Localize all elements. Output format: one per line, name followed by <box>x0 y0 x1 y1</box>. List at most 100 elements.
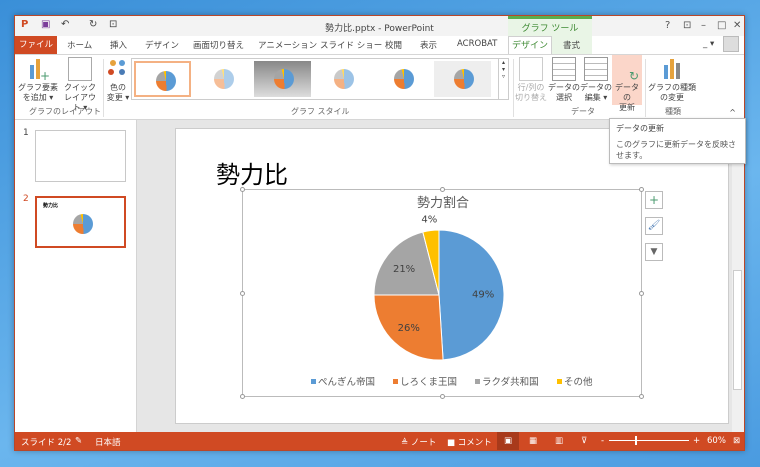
workspace: 1 2 勢力比 勢力比 勢力割合 49% 26% 21% 4% ぺんぎん帝国 しろくま王国 ラ… <box>15 120 744 434</box>
tab-design[interactable]: デザイン <box>145 39 179 51</box>
comments-button[interactable]: ■ コメント <box>447 436 492 448</box>
label: クイック <box>64 83 96 92</box>
chart-style-3[interactable] <box>254 61 311 97</box>
slide-title[interactable]: 勢力比 <box>216 155 288 190</box>
tab-view[interactable]: 表示 <box>420 39 437 51</box>
spellcheck-icon[interactable]: ✎ <box>75 436 82 446</box>
tab-insert[interactable]: 挿入 <box>110 39 127 51</box>
refresh-data-button[interactable]: ↻ データの 更新 <box>612 55 642 112</box>
chart-style-2[interactable] <box>194 61 251 97</box>
resize-handle[interactable] <box>440 394 445 399</box>
ribbon-tabs: ファイル ホーム 挿入 デザイン 画面切り替え アニメーション スライド ショー… <box>15 36 744 55</box>
collapse-ribbon-icon[interactable]: ^ <box>729 108 736 117</box>
tab-format[interactable]: 書式 <box>563 39 580 51</box>
add-chart-element-button[interactable]: + グラフ要素 を追加 ▾ <box>17 57 59 103</box>
status-bar: スライド 2/2 ✎ 日本語 ≜ ノート ■ コメント ▣ ▦ ▥ ⊽ - + … <box>15 432 744 450</box>
help-button[interactable]: ? <box>665 20 670 31</box>
gallery-scroll[interactable]: ▴ ▾ ▿ <box>498 59 508 99</box>
legend-swatch <box>475 379 480 384</box>
comment-icon: ■ <box>447 438 458 448</box>
color-palette-icon <box>106 57 130 81</box>
switch-row-column-button[interactable]: 行/列の 切り替え <box>515 57 547 103</box>
chart-style-5[interactable] <box>374 61 431 97</box>
legend-entry: しろくま王国 <box>400 377 457 388</box>
tab-file[interactable]: ファイル <box>15 36 57 54</box>
chart-styles-button[interactable]: 🖌 <box>645 217 663 235</box>
resize-handle[interactable] <box>639 291 644 296</box>
data-label: 49% <box>472 290 494 301</box>
label: 更新 <box>619 103 635 112</box>
label: を追加 ▾ <box>22 93 54 102</box>
edit-data-button[interactable]: データの 編集 ▾ <box>580 57 612 103</box>
divider <box>513 59 514 117</box>
close-button[interactable]: ✕ <box>733 20 741 31</box>
minimize-button[interactable]: – <box>701 20 706 31</box>
chart-style-4[interactable] <box>314 61 371 97</box>
zoom-slider-thumb[interactable] <box>635 436 637 445</box>
ribbon: + グラフ要素 を追加 ▾ クイック レイアウト ▾ グラフのレイアウト 色の 変更 … <box>15 54 744 120</box>
vertical-scrollbar[interactable] <box>732 120 744 434</box>
notes-icon: ≜ <box>401 438 411 448</box>
slide-sorter-button[interactable]: ▦ <box>529 436 537 446</box>
label: 編集 ▾ <box>584 93 608 102</box>
zoom-level[interactable]: 60% <box>707 436 726 446</box>
slide-number: 2 <box>23 194 29 204</box>
label: 行/列の <box>517 83 545 92</box>
user-avatar[interactable] <box>723 36 739 52</box>
chart-frame[interactable]: 勢力割合 49% 26% 21% 4% ぺんぎん帝国 しろくま王国 ラクダ共和国 その他 <box>240 187 644 399</box>
reading-view-button[interactable]: ▥ <box>555 436 563 446</box>
pie-chart: 勢力割合 49% 26% 21% 4% ぺんぎん帝国 しろくま王国 ラクダ共和国 その他 <box>311 195 593 388</box>
divider <box>103 59 104 117</box>
tab-acrobat[interactable]: ACROBAT <box>457 39 497 49</box>
chart-style-1[interactable] <box>134 61 191 97</box>
resize-handle[interactable] <box>639 187 644 192</box>
group-label-layout: グラフのレイアウト <box>29 107 101 116</box>
quick-layout-button[interactable]: クイック レイアウト ▾ <box>61 57 99 113</box>
change-chart-type-button[interactable]: グラフの種類 の変更 <box>647 57 697 103</box>
slideshow-button[interactable]: ⊽ <box>581 436 587 446</box>
slide-indicator: スライド 2/2 <box>21 438 72 448</box>
zoom-in-button[interactable]: + <box>693 436 700 446</box>
tab-transitions[interactable]: 画面切り替え <box>193 39 244 51</box>
group-label-type: 種類 <box>665 107 681 116</box>
thumb-pie <box>73 214 93 234</box>
legend-swatch <box>393 379 398 384</box>
select-data-button[interactable]: データの 選択 <box>548 57 580 103</box>
legend-swatch <box>311 379 316 384</box>
chart-filters-button[interactable]: ▼ <box>645 243 663 261</box>
slide-thumbnail-1[interactable] <box>35 130 126 182</box>
tooltip-title: データの更新 <box>616 124 664 133</box>
maximize-button[interactable]: □ <box>717 20 726 31</box>
group-label-style: グラフ スタイル <box>291 107 350 116</box>
label: 変更 ▾ <box>106 93 130 102</box>
ribbon-display-button[interactable]: ⊡ <box>683 20 691 31</box>
tab-chart-design[interactable]: デザイン <box>508 36 552 55</box>
zoom-slider[interactable] <box>609 436 689 445</box>
resize-handle[interactable] <box>240 291 245 296</box>
resize-handle[interactable] <box>440 187 445 192</box>
refresh-data-icon: ↻ <box>628 69 639 83</box>
zoom-out-button[interactable]: - <box>601 436 604 446</box>
change-colors-button[interactable]: 色の 変更 ▾ <box>105 57 131 103</box>
tab-home[interactable]: ホーム <box>67 39 92 51</box>
language-indicator[interactable]: 日本語 <box>95 436 121 448</box>
tab-slideshow[interactable]: スライド ショー <box>320 39 382 51</box>
chart-style-6[interactable] <box>434 61 491 97</box>
scroll-thumb[interactable] <box>733 270 742 390</box>
label: 色の <box>110 83 126 92</box>
slide-thumbnail-2[interactable]: 勢力比 <box>35 196 126 248</box>
thumb-title: 勢力比 <box>43 203 59 209</box>
resize-handle[interactable] <box>240 187 245 192</box>
normal-view-button[interactable]: ▣ <box>497 432 519 450</box>
tab-animations[interactable]: アニメーション <box>258 39 317 51</box>
notes-button[interactable]: ≜ ノート <box>401 436 436 448</box>
resize-handle[interactable] <box>639 394 644 399</box>
select-data-icon <box>552 57 576 81</box>
label: グラフの種類 <box>648 83 696 92</box>
data-label: 4% <box>421 215 437 226</box>
tab-review[interactable]: 校閲 <box>385 39 402 51</box>
account-menu[interactable]: _ ▾ <box>703 39 714 49</box>
fit-to-window-icon[interactable]: ⊠ <box>733 436 740 446</box>
chart-elements-button[interactable]: + <box>645 191 663 209</box>
resize-handle[interactable] <box>240 394 245 399</box>
